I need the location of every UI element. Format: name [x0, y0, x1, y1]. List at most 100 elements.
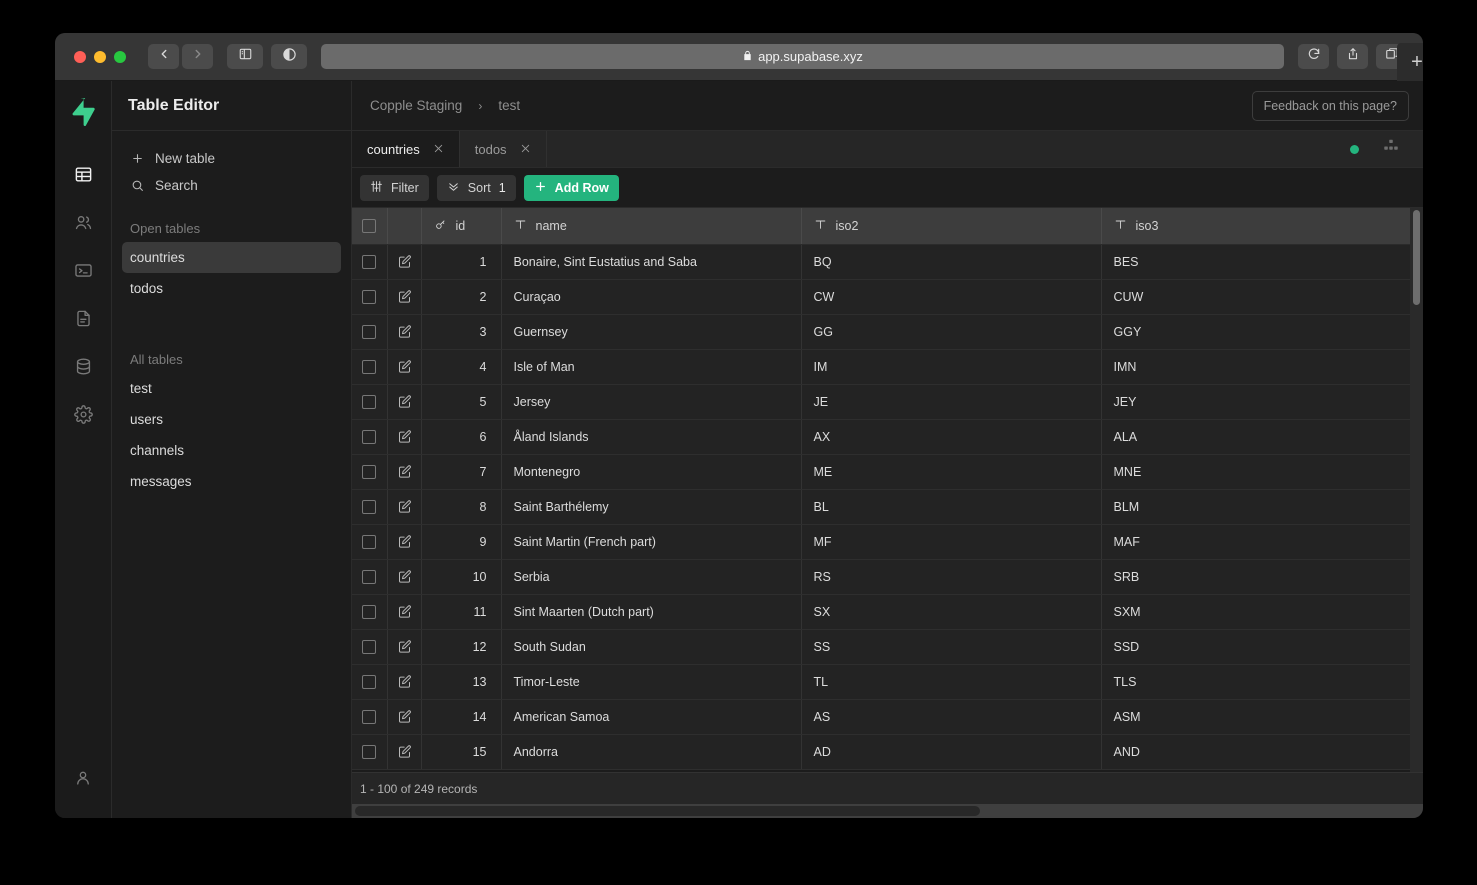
- cell-name[interactable]: Jersey: [501, 384, 802, 420]
- table-row[interactable]: 12 South Sudan SS SSD: [352, 629, 1423, 665]
- cell-id[interactable]: 14: [421, 699, 502, 735]
- row-select-cell[interactable]: [352, 279, 388, 315]
- table-row[interactable]: 10 Serbia RS SRB: [352, 559, 1423, 595]
- row-edit-cell[interactable]: [387, 244, 422, 280]
- cell-iso3[interactable]: SXM: [1101, 594, 1423, 630]
- row-select-cell[interactable]: [352, 629, 388, 665]
- cell-name[interactable]: Bonaire, Sint Eustatius and Saba: [501, 244, 802, 280]
- row-select-cell[interactable]: [352, 349, 388, 385]
- cell-iso2[interactable]: JE: [801, 384, 1102, 420]
- row-edit-cell[interactable]: [387, 384, 422, 420]
- edit-row-icon[interactable]: [397, 464, 412, 479]
- breadcrumb-database[interactable]: test: [498, 98, 520, 113]
- cell-name[interactable]: Sint Maarten (Dutch part): [501, 594, 802, 630]
- vertical-scrollbar-thumb[interactable]: [1413, 210, 1420, 305]
- cell-name[interactable]: Timor-Leste: [501, 664, 802, 700]
- checkbox-icon[interactable]: [362, 709, 377, 724]
- edit-row-icon[interactable]: [397, 324, 412, 339]
- cell-iso3[interactable]: BLM: [1101, 489, 1423, 525]
- row-edit-cell[interactable]: [387, 279, 422, 315]
- cell-name[interactable]: South Sudan: [501, 629, 802, 665]
- cell-iso2[interactable]: MF: [801, 524, 1102, 560]
- all-table-item-users[interactable]: users: [122, 404, 341, 435]
- cell-id[interactable]: 1: [421, 244, 502, 280]
- checkbox-icon[interactable]: [362, 289, 377, 304]
- breadcrumb-project[interactable]: Copple Staging: [370, 98, 462, 113]
- cell-id[interactable]: 6: [421, 419, 502, 455]
- cell-name[interactable]: American Samoa: [501, 699, 802, 735]
- row-edit-cell[interactable]: [387, 734, 422, 770]
- checkbox-icon[interactable]: [362, 324, 377, 339]
- supabase-logo-icon[interactable]: [70, 97, 96, 127]
- table-row[interactable]: 13 Timor-Leste TL TLS: [352, 664, 1423, 700]
- cell-iso3[interactable]: SRB: [1101, 559, 1423, 595]
- search-tables-button[interactable]: Search: [122, 172, 341, 199]
- sidebar-item-database[interactable]: [63, 345, 103, 393]
- checkbox-icon[interactable]: [362, 744, 377, 759]
- address-bar[interactable]: app.supabase.xyz: [321, 44, 1284, 69]
- edit-row-icon[interactable]: [397, 289, 412, 304]
- minimize-window-button[interactable]: [94, 50, 106, 63]
- table-row[interactable]: 6 Åland Islands AX ALA: [352, 419, 1423, 455]
- checkbox-icon[interactable]: [362, 499, 377, 514]
- cell-iso2[interactable]: AX: [801, 419, 1102, 455]
- table-row[interactable]: 4 Isle of Man IM IMN: [352, 349, 1423, 385]
- close-window-button[interactable]: [74, 50, 86, 63]
- row-select-cell[interactable]: [352, 314, 388, 350]
- cell-iso2[interactable]: AS: [801, 699, 1102, 735]
- edit-row-icon[interactable]: [397, 604, 412, 619]
- row-edit-cell[interactable]: [387, 314, 422, 350]
- edit-row-icon[interactable]: [397, 534, 412, 549]
- checkbox-icon[interactable]: [362, 674, 377, 689]
- table-row[interactable]: 9 Saint Martin (French part) MF MAF: [352, 524, 1423, 560]
- row-select-cell[interactable]: [352, 384, 388, 420]
- cell-name[interactable]: Saint Barthélemy: [501, 489, 802, 525]
- cell-iso2[interactable]: CW: [801, 279, 1102, 315]
- column-header-name[interactable]: name: [501, 208, 802, 245]
- checkbox-icon[interactable]: [362, 394, 377, 409]
- row-edit-cell[interactable]: [387, 699, 422, 735]
- row-select-cell[interactable]: [352, 664, 388, 700]
- row-edit-cell[interactable]: [387, 559, 422, 595]
- sidebar-toggle-button[interactable]: [227, 44, 263, 69]
- checkbox-icon[interactable]: [362, 429, 377, 444]
- cell-iso3[interactable]: BES: [1101, 244, 1423, 280]
- cell-id[interactable]: 5: [421, 384, 502, 420]
- maximize-window-button[interactable]: [114, 50, 126, 63]
- sidebar-item-authentication[interactable]: [63, 201, 103, 249]
- row-edit-cell[interactable]: [387, 594, 422, 630]
- row-select-cell[interactable]: [352, 244, 388, 280]
- edit-row-icon[interactable]: [397, 359, 412, 374]
- tab-todos[interactable]: todos: [460, 131, 547, 167]
- row-select-cell[interactable]: [352, 419, 388, 455]
- add-row-button[interactable]: Add Row: [523, 174, 619, 201]
- cell-iso2[interactable]: BL: [801, 489, 1102, 525]
- cell-id[interactable]: 3: [421, 314, 502, 350]
- row-edit-cell[interactable]: [387, 664, 422, 700]
- share-button[interactable]: [1337, 44, 1368, 69]
- horizontal-scrollbar-track[interactable]: [352, 804, 1423, 818]
- row-edit-cell[interactable]: [387, 629, 422, 665]
- cell-iso3[interactable]: IMN: [1101, 349, 1423, 385]
- cell-id[interactable]: 11: [421, 594, 502, 630]
- edit-row-icon[interactable]: [397, 709, 412, 724]
- table-row[interactable]: 2 Curaçao CW CUW: [352, 279, 1423, 315]
- reload-button[interactable]: [1298, 44, 1329, 69]
- close-icon[interactable]: [433, 142, 444, 157]
- cell-id[interactable]: 4: [421, 349, 502, 385]
- cell-iso3[interactable]: MAF: [1101, 524, 1423, 560]
- cell-iso2[interactable]: GG: [801, 314, 1102, 350]
- row-edit-cell[interactable]: [387, 349, 422, 385]
- column-header-iso3[interactable]: iso3: [1101, 208, 1423, 245]
- sidebar-item-sql-editor[interactable]: [63, 249, 103, 297]
- all-table-item-test[interactable]: test: [122, 373, 341, 404]
- table-row[interactable]: 1 Bonaire, Sint Eustatius and Saba BQ BES: [352, 244, 1423, 280]
- checkbox-icon[interactable]: [362, 534, 377, 549]
- cell-iso3[interactable]: ALA: [1101, 419, 1423, 455]
- cell-iso2[interactable]: IM: [801, 349, 1102, 385]
- cell-id[interactable]: 9: [421, 524, 502, 560]
- cell-iso3[interactable]: MNE: [1101, 454, 1423, 490]
- row-edit-cell[interactable]: [387, 489, 422, 525]
- forward-button[interactable]: [182, 44, 213, 69]
- cell-id[interactable]: 13: [421, 664, 502, 700]
